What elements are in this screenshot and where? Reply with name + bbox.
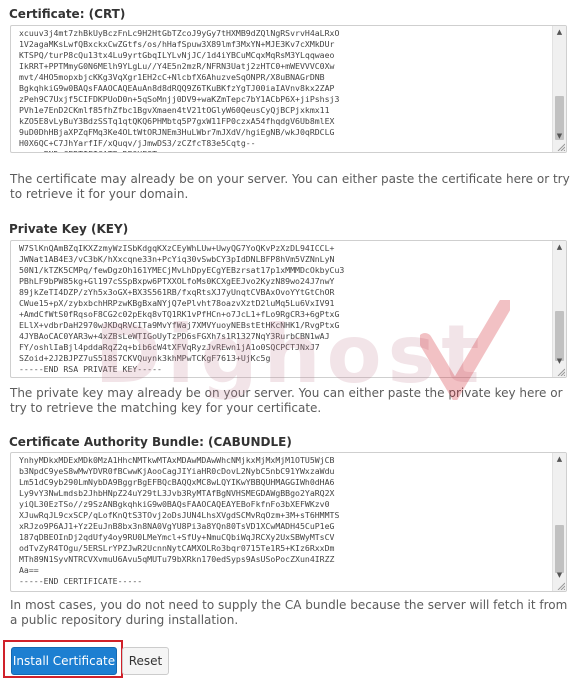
scroll-up-icon[interactable]: ▲ bbox=[553, 453, 566, 465]
resize-grip-icon[interactable] bbox=[557, 582, 565, 590]
scroll-down-icon[interactable]: ▼ bbox=[553, 130, 566, 142]
cabundle-label: Certificate Authority Bundle: (CABUNDLE) bbox=[9, 435, 292, 449]
crt-section: Certificate: (CRT) bbox=[9, 6, 566, 22]
cabundle-textarea[interactable]: YnhyMDkxMDExMDk0MzA1HhcNMTkwMTAxMDAwMDAw… bbox=[10, 452, 567, 592]
key-help-text: The private key may already be on your s… bbox=[10, 386, 563, 415]
reset-button[interactable]: Reset bbox=[122, 647, 169, 675]
crt-scrollbar[interactable]: ▲ ▼ bbox=[552, 26, 566, 152]
cabundle-help-text: In most cases, you do not need to supply… bbox=[10, 598, 568, 627]
crt-text: xcuuv3j4mt7zhBkUyBczFnLc9H2HtGbTZcoJ9yGy… bbox=[19, 28, 340, 152]
cabundle-section: Certificate Authority Bundle: (CABUNDLE) bbox=[9, 434, 566, 450]
scroll-up-icon[interactable]: ▲ bbox=[553, 241, 566, 253]
crt-textarea[interactable]: xcuuv3j4mt7zhBkUyBczFnLc9H2HtGbTZcoJ9yGy… bbox=[10, 25, 567, 153]
scroll-up-icon[interactable]: ▲ bbox=[553, 26, 566, 38]
resize-grip-icon[interactable] bbox=[557, 368, 565, 376]
key-scroll-thumb[interactable] bbox=[555, 311, 564, 361]
key-text: W7SlKnQAmBZqIKXZzmyWzISbKdgqKXzCEyWhLUw+… bbox=[19, 243, 345, 374]
scroll-down-icon[interactable]: ▼ bbox=[553, 569, 566, 581]
resize-grip-icon[interactable] bbox=[557, 143, 565, 151]
key-scrollbar[interactable]: ▲ ▼ bbox=[552, 241, 566, 377]
key-label: Private Key (KEY) bbox=[9, 222, 129, 236]
crt-help-text: The certificate may already be on your s… bbox=[10, 172, 570, 201]
cabundle-text: YnhyMDkxMDExMDk0MzA1HhcNMTkwMTAxMDAwMDAw… bbox=[19, 455, 340, 586]
key-section: Private Key (KEY) bbox=[9, 221, 566, 237]
crt-label: Certificate: (CRT) bbox=[9, 7, 126, 21]
install-certificate-button[interactable]: Install Certificate bbox=[11, 647, 117, 675]
cabundle-scroll-thumb[interactable] bbox=[555, 525, 564, 573]
key-textarea[interactable]: W7SlKnQAmBZqIKXZzmyWzISbKdgqKXzCEyWhLUw+… bbox=[10, 240, 567, 378]
scroll-down-icon[interactable]: ▼ bbox=[553, 355, 566, 367]
cabundle-scrollbar[interactable]: ▲ ▼ bbox=[552, 453, 566, 591]
